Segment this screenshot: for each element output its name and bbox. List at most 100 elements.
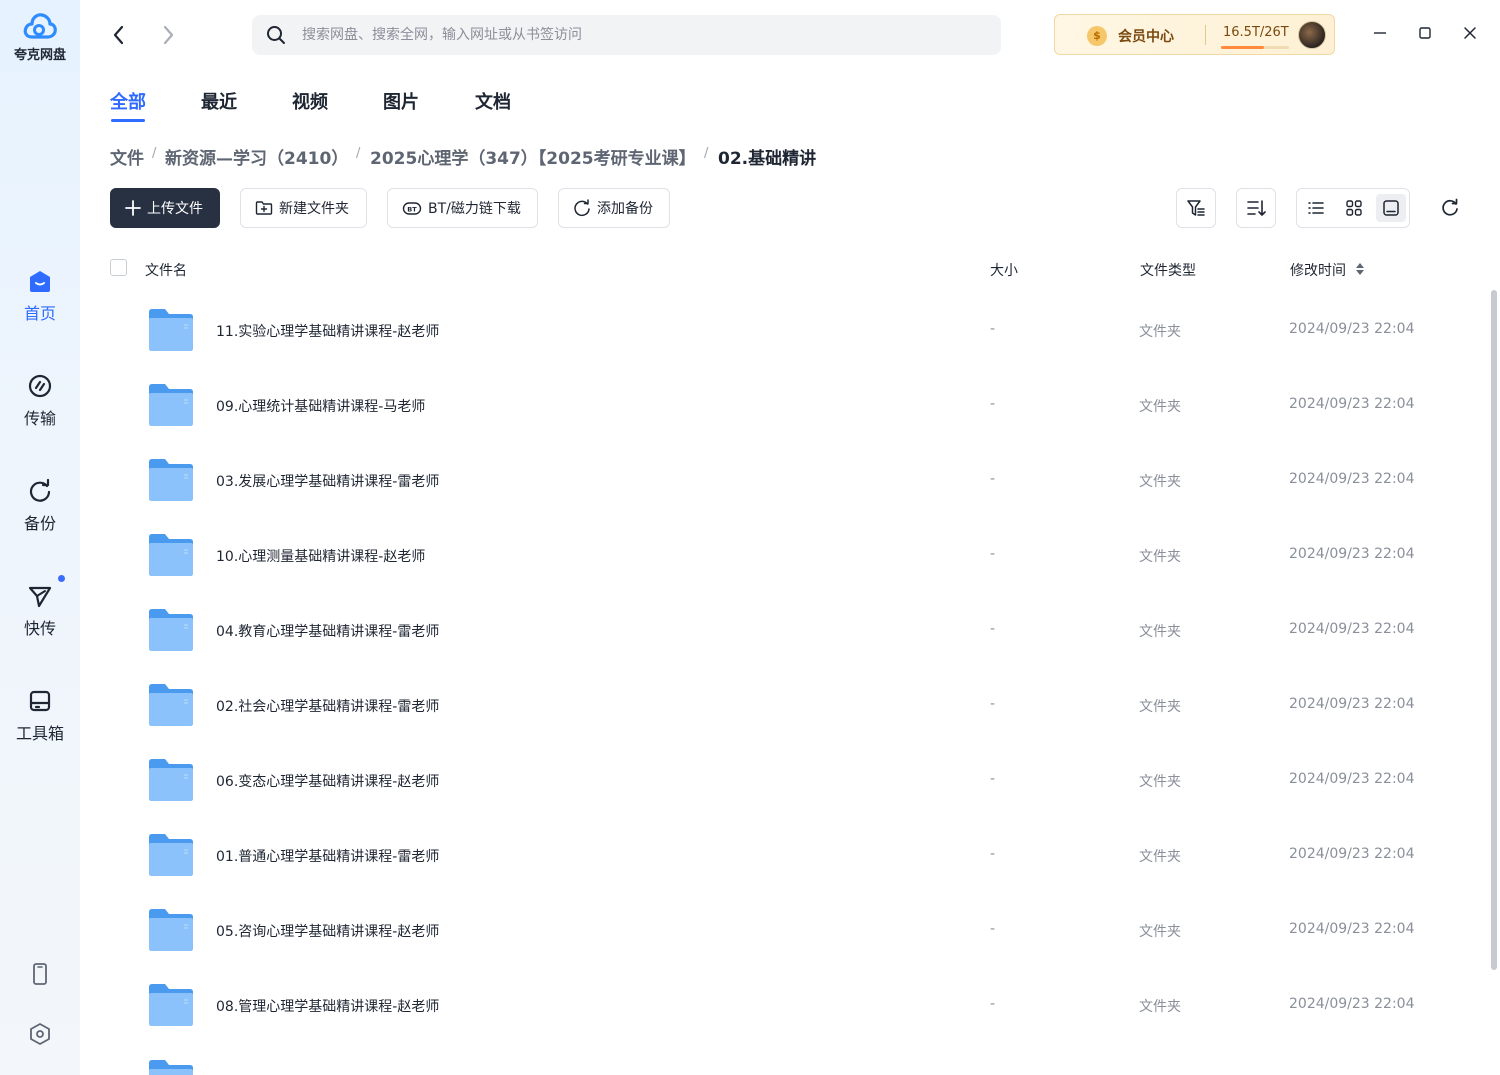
search-input[interactable] <box>302 15 982 55</box>
file-modified-time: 2024/09/23 22:04 <box>1289 921 1415 937</box>
sort-button[interactable] <box>1236 188 1276 228</box>
file-name[interactable]: 09.心理统计基础精讲课程-马老师 <box>216 396 425 416</box>
file-type: 文件夹 <box>1139 324 1181 340</box>
column-header-modified[interactable]: 修改时间 <box>1290 260 1346 280</box>
column-header-type[interactable]: 文件类型 <box>1140 260 1196 280</box>
search-icon <box>267 26 285 44</box>
list-view-icon <box>1308 202 1324 214</box>
filter-icon <box>1187 200 1205 216</box>
cloud-logo-icon <box>23 13 57 39</box>
storage-bar-fill <box>1221 46 1265 49</box>
file-type: 文件夹 <box>1139 624 1181 640</box>
file-modified-time: 2024/09/23 22:04 <box>1289 846 1415 862</box>
sort-arrows-icon[interactable] <box>1355 262 1365 276</box>
tab-video[interactable]: 视频 <box>292 88 328 114</box>
folder-icon <box>149 309 193 351</box>
divider <box>1205 25 1206 45</box>
table-row[interactable]: 06.变态心理学基础精讲课程-赵老师 - 文件夹 2024/09/23 22:04 <box>80 743 1488 818</box>
file-modified-time: 2024/09/23 22:04 <box>1289 996 1415 1012</box>
tab-images[interactable]: 图片 <box>383 88 419 114</box>
bt-icon: BT <box>402 202 422 215</box>
table-row[interactable]: 09.心理统计基础精讲课程-马老师 - 文件夹 2024/09/23 22:04 <box>80 368 1488 443</box>
sidebar: 夸克网盘 首页 传输 备份 快传 工具箱 <box>0 0 80 1075</box>
file-size: - <box>990 846 996 862</box>
settings-icon[interactable] <box>28 1022 52 1046</box>
minimize-button[interactable] <box>1369 22 1391 44</box>
add-backup-button-label: 添加备份 <box>597 201 653 217</box>
maximize-button[interactable] <box>1414 22 1436 44</box>
breadcrumb-item[interactable]: 2025心理学（347）【2025考研专业课】 <box>370 144 696 169</box>
list-view-button[interactable] <box>1301 194 1331 222</box>
breadcrumb-separator: / <box>152 146 157 161</box>
table-row[interactable]: 01.普通心理学基础精讲课程-雷老师 - 文件夹 2024/09/23 22:04 <box>80 818 1488 893</box>
file-name[interactable]: 03.发展心理学基础精讲课程-雷老师 <box>216 471 439 491</box>
file-modified-time: 2024/09/23 22:04 <box>1289 471 1415 487</box>
preview-view-button[interactable] <box>1376 194 1406 222</box>
svg-text:BT: BT <box>407 206 417 214</box>
vip-center[interactable]: $ 会员中心 16.5T/26T <box>1054 14 1335 55</box>
file-modified-time: 2024/09/23 22:04 <box>1289 621 1415 637</box>
table-row[interactable]: 08.管理心理学基础精讲课程-赵老师 - 文件夹 2024/09/23 22:04 <box>80 968 1488 1043</box>
sidebar-item-toolbox[interactable]: 工具箱 <box>0 688 80 744</box>
file-name[interactable]: 02.社会心理学基础精讲课程-雷老师 <box>216 696 439 716</box>
storage-usage: 16.5T/26T <box>1223 25 1289 40</box>
breadcrumb-current: 02.基础精讲 <box>718 149 817 169</box>
grid-view-button[interactable] <box>1339 194 1369 222</box>
folder-icon <box>149 984 193 1026</box>
app-logo[interactable]: 夸克网盘 <box>0 10 80 63</box>
scrollbar-thumb[interactable] <box>1491 290 1497 970</box>
file-size: - <box>990 396 996 412</box>
table-row[interactable]: 04.教育心理学基础精讲课程-雷老师 - 文件夹 2024/09/23 22:04 <box>80 593 1488 668</box>
add-backup-button[interactable]: 添加备份 <box>558 188 670 228</box>
sidebar-item-label: 传输 <box>23 409 56 428</box>
file-name[interactable]: 06.变态心理学基础精讲课程-赵老师 <box>216 771 439 791</box>
column-header-name[interactable]: 文件名 <box>145 260 187 280</box>
file-name[interactable]: 01.普通心理学基础精讲课程-雷老师 <box>216 846 439 866</box>
back-button[interactable] <box>105 22 131 48</box>
notification-dot <box>58 575 65 582</box>
file-type: 文件夹 <box>1139 549 1181 565</box>
bt-download-button[interactable]: BT BT/磁力链下载 <box>387 188 538 228</box>
breadcrumb-item[interactable]: 文件 <box>110 144 144 169</box>
breadcrumb-item[interactable]: 新资源—学习（2410） <box>165 144 348 169</box>
sidebar-item-backup[interactable]: 备份 <box>0 478 80 534</box>
file-name[interactable]: 08.管理心理学基础精讲课程-赵老师 <box>216 996 439 1016</box>
sidebar-item-label: 备份 <box>23 514 56 533</box>
table-row[interactable]: 02.社会心理学基础精讲课程-雷老师 - 文件夹 2024/09/23 22:04 <box>80 668 1488 743</box>
transfer-icon <box>28 374 52 398</box>
tab-recent[interactable]: 最近 <box>201 88 237 114</box>
close-button[interactable] <box>1459 22 1481 44</box>
table-row[interactable]: 03.发展心理学基础精讲课程-雷老师 - 文件夹 2024/09/23 22:04 <box>80 443 1488 518</box>
minimize-icon <box>1374 32 1386 34</box>
filter-button[interactable] <box>1176 188 1216 228</box>
file-size: - <box>990 546 996 562</box>
file-type: 文件夹 <box>1139 999 1181 1015</box>
table-row[interactable]: 11.实验心理学基础精讲课程-赵老师 - 文件夹 2024/09/23 22:04 <box>80 293 1488 368</box>
tab-documents[interactable]: 文档 <box>475 88 511 114</box>
breadcrumb-separator: / <box>356 146 361 161</box>
tab-all[interactable]: 全部 <box>110 88 146 114</box>
table-row[interactable]: 10.心理测量基础精讲课程-赵老师 - 文件夹 2024/09/23 22:04 <box>80 518 1488 593</box>
refresh-button[interactable] <box>1438 196 1462 220</box>
sidebar-item-quick-send[interactable]: 快传 <box>0 575 80 639</box>
new-folder-button-label: 新建文件夹 <box>279 201 349 217</box>
backup-sync-icon <box>574 199 590 217</box>
new-folder-button[interactable]: 新建文件夹 <box>240 188 367 228</box>
file-name[interactable]: 04.教育心理学基础精讲课程-雷老师 <box>216 621 439 641</box>
forward-button[interactable] <box>155 22 181 48</box>
upload-button-label: 上传文件 <box>147 201 203 217</box>
file-name[interactable]: 10.心理测量基础精讲课程-赵老师 <box>216 546 425 566</box>
file-name[interactable]: 05.咨询心理学基础精讲课程-赵老师 <box>216 921 439 941</box>
table-row[interactable]: 05.咨询心理学基础精讲课程-赵老师 - 文件夹 2024/09/23 22:04 <box>80 893 1488 968</box>
upload-button[interactable]: 上传文件 <box>110 188 220 228</box>
chevron-right-icon <box>163 25 174 45</box>
column-header-size[interactable]: 大小 <box>990 260 1018 280</box>
file-modified-time: 2024/09/23 22:04 <box>1289 396 1415 412</box>
sidebar-item-transfer[interactable]: 传输 <box>0 373 80 429</box>
file-name[interactable]: 11.实验心理学基础精讲课程-赵老师 <box>216 321 439 341</box>
phone-icon[interactable] <box>28 962 52 986</box>
maximize-icon <box>1419 27 1431 39</box>
avatar[interactable] <box>1298 21 1326 49</box>
table-row[interactable] <box>80 1044 1488 1075</box>
file-modified-time: 2024/09/23 22:04 <box>1289 321 1415 337</box>
